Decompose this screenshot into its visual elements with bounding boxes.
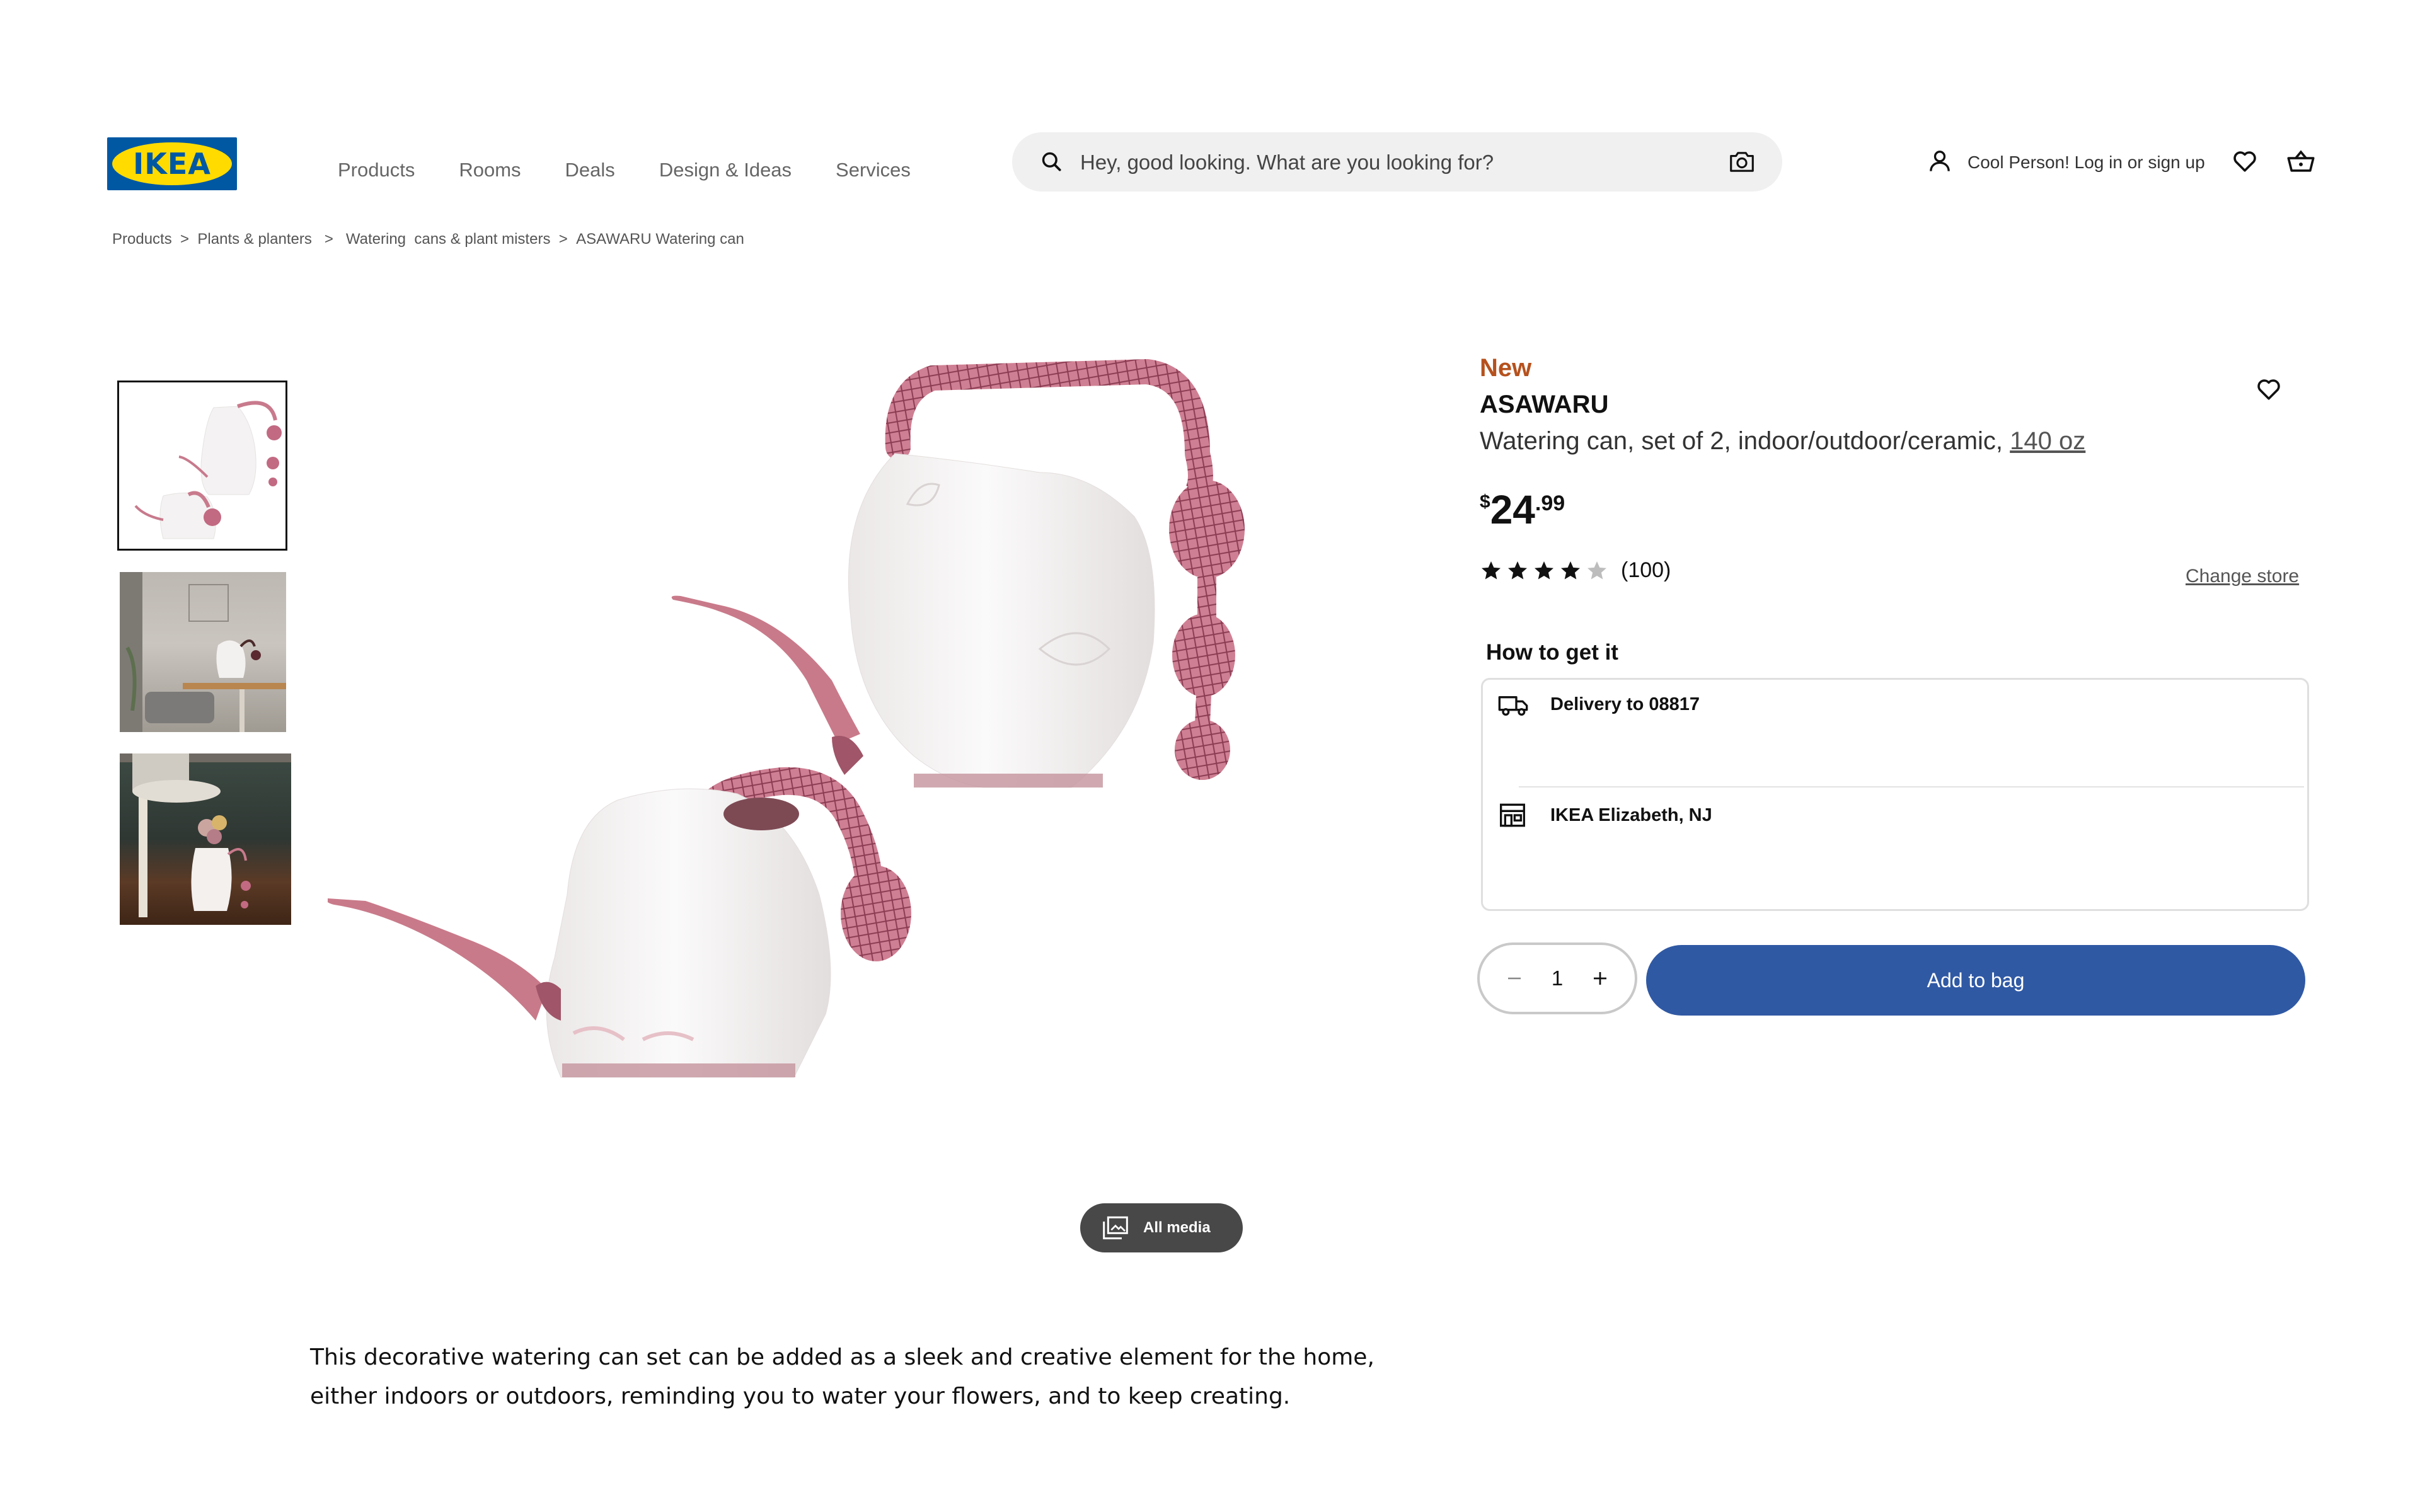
thumbnail-1[interactable] — [117, 381, 287, 551]
login-link[interactable]: Cool Person! Log in or sign up — [1968, 152, 2205, 173]
all-media-label: All media — [1143, 1219, 1211, 1236]
delivery-option[interactable]: Delivery to 08817 — [1550, 694, 1700, 715]
price-decimal: .99 — [1535, 491, 1565, 515]
store-icon — [1500, 803, 1525, 827]
star-icon — [1535, 561, 1553, 579]
camera-icon[interactable] — [1728, 150, 1756, 174]
thumbnail-2[interactable] — [120, 572, 286, 732]
search-icon[interactable] — [1040, 150, 1064, 174]
product-type-text: Watering can, set of 2, indoor/outdoor/c… — [1480, 427, 2003, 455]
search-bar — [1012, 132, 1782, 193]
nav-item-rooms[interactable]: Rooms — [459, 159, 521, 181]
breadcrumb-separator: > — [550, 231, 577, 248]
breadcrumb-item[interactable]: Products — [112, 231, 172, 248]
thumbnail-3[interactable] — [120, 753, 291, 925]
star-icon — [1508, 561, 1527, 579]
price-currency: $ — [1480, 491, 1490, 512]
breadcrumb: Products > Plants & planters > Watering … — [112, 231, 744, 248]
nav-item-deals[interactable]: Deals — [565, 159, 615, 181]
shopping-basket-icon[interactable] — [2286, 149, 2315, 174]
divider — [1519, 786, 2304, 788]
thumbnail-image — [120, 572, 286, 732]
user-icon[interactable] — [1927, 147, 1952, 174]
gallery-icon — [1103, 1216, 1128, 1240]
main-nav: Products Rooms Deals Design & Ideas Serv… — [338, 159, 955, 181]
heart-icon[interactable] — [2232, 150, 2257, 173]
how-to-get-it-title: How to get it — [1486, 640, 1618, 665]
all-media-button[interactable]: All media — [1080, 1203, 1243, 1252]
price-integer: 24 — [1490, 487, 1535, 532]
search-input[interactable] — [1079, 132, 1712, 193]
nav-item-products[interactable]: Products — [338, 159, 415, 181]
decrease-quantity-button[interactable] — [1504, 968, 1525, 989]
add-to-bag-button[interactable]: Add to bag — [1646, 945, 2305, 1016]
product-name: ASAWARU — [1480, 391, 1609, 418]
star-icon — [1561, 561, 1580, 579]
product-subtitle: Watering can, set of 2, indoor/outdoor/c… — [1480, 427, 2085, 455]
breadcrumb-separator: > — [311, 231, 346, 248]
price: $ 24 .99 — [1480, 486, 1565, 533]
store-option[interactable]: IKEA Elizabeth, NJ — [1550, 805, 1712, 826]
thumbnail-image — [120, 753, 291, 917]
increase-quantity-button[interactable] — [1589, 968, 1611, 989]
quantity-stepper: 1 — [1477, 942, 1637, 1014]
star-icon — [1482, 561, 1501, 579]
product-description: This decorative watering can set can be … — [310, 1344, 1374, 1409]
star-empty-icon — [1587, 561, 1606, 579]
logo-text: IKEA — [133, 147, 211, 181]
breadcrumb-separator: > — [171, 231, 198, 248]
rating[interactable]: (100) — [1480, 558, 1671, 583]
breadcrumb-item-current: ASAWARU Watering can — [576, 231, 744, 248]
review-count[interactable]: (100) — [1621, 558, 1671, 583]
truck-icon — [1498, 696, 1528, 716]
ikea-logo[interactable]: IKEA — [107, 137, 237, 190]
quantity-value[interactable]: 1 — [1552, 966, 1563, 990]
product-main-image[interactable] — [328, 353, 1286, 1279]
minus-icon — [1508, 977, 1521, 980]
breadcrumb-item[interactable]: Plants & planters — [197, 231, 311, 248]
favorite-heart-icon[interactable] — [2256, 378, 2281, 401]
plus-icon — [1593, 972, 1606, 985]
thumbnail-image — [134, 401, 282, 539]
breadcrumb-item[interactable]: Watering cans & plant misters — [346, 231, 551, 248]
change-store-link[interactable]: Change store — [2186, 566, 2299, 587]
product-size-link[interactable]: 140 oz — [2010, 427, 2085, 455]
nav-item-services[interactable]: Services — [836, 159, 911, 181]
new-badge: New — [1480, 354, 1532, 382]
nav-item-design-ideas[interactable]: Design & Ideas — [659, 159, 792, 181]
